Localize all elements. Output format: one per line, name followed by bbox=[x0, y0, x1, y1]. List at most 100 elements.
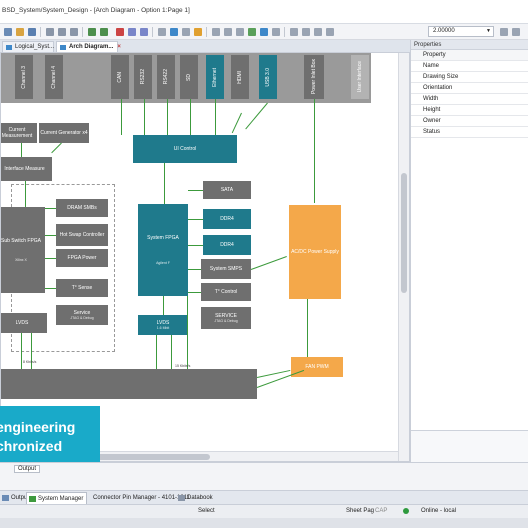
align-icon[interactable] bbox=[128, 28, 136, 36]
block-label: DRAM SMBs bbox=[67, 205, 97, 211]
group-icon[interactable] bbox=[140, 28, 148, 36]
cut-icon[interactable] bbox=[46, 28, 54, 36]
user-interface-block[interactable]: User Interface bbox=[351, 55, 369, 99]
chevron-down-icon[interactable]: ▼ bbox=[486, 28, 491, 34]
property-row-owner[interactable]: Owner bbox=[411, 116, 528, 127]
usb-block[interactable]: USB 3.0 bbox=[259, 55, 277, 99]
undo-icon[interactable] bbox=[88, 28, 96, 36]
ddr4-b-block[interactable]: DDR4 bbox=[203, 235, 251, 255]
tab-label: Arch Diagram... bbox=[69, 44, 114, 50]
zoom-input[interactable]: 2.00000 ▼ bbox=[428, 26, 494, 37]
help-icon[interactable] bbox=[326, 28, 334, 36]
current-measurement-block[interactable]: Current Measurement bbox=[1, 123, 37, 143]
lvds-center-block[interactable]: LVDS 1.6 Mbit bbox=[138, 315, 188, 335]
scroll-thumb[interactable] bbox=[401, 173, 407, 293]
sata-block[interactable]: SATA bbox=[203, 181, 251, 199]
zoom-out-icon[interactable] bbox=[224, 28, 232, 36]
backplane-bus-block[interactable] bbox=[1, 369, 257, 399]
property-row-orientation[interactable]: Orientation bbox=[411, 83, 528, 94]
select-icon[interactable] bbox=[512, 28, 520, 36]
wire bbox=[167, 99, 168, 135]
toolbar-divider bbox=[284, 27, 285, 37]
block-label: System FPGA bbox=[147, 234, 179, 241]
grid-icon[interactable] bbox=[158, 28, 166, 36]
current-generator-block[interactable]: Current Generator x4 bbox=[39, 123, 89, 143]
tab-system-manager[interactable]: System Manager bbox=[26, 492, 88, 504]
paste-icon[interactable] bbox=[70, 28, 78, 36]
tab-label: System Manager bbox=[38, 496, 84, 502]
highlight-icon[interactable] bbox=[194, 28, 202, 36]
ddr4-a-block[interactable]: DDR4 bbox=[203, 209, 251, 229]
run-icon[interactable] bbox=[248, 28, 256, 36]
t-control-block[interactable]: T° Control bbox=[201, 283, 251, 301]
rs232-block[interactable]: RS232 bbox=[134, 55, 152, 99]
zoom-value: 2.00000 bbox=[433, 28, 455, 34]
layer-icon[interactable] bbox=[290, 28, 298, 36]
ethernet-block[interactable]: Ethernet bbox=[206, 55, 224, 99]
tab-arch-diagram[interactable]: Arch Diagram... × bbox=[56, 41, 121, 52]
block-label: Ethernet bbox=[212, 67, 218, 87]
print-icon[interactable] bbox=[272, 28, 280, 36]
block-sublabel: JTAG & Debug bbox=[214, 318, 238, 323]
rs422-block[interactable]: RS422 bbox=[157, 55, 175, 99]
power-inlet-block[interactable]: Power Inlet Box bbox=[304, 55, 324, 99]
wire bbox=[231, 112, 242, 134]
vertical-scrollbar[interactable] bbox=[398, 53, 409, 461]
save-icon[interactable] bbox=[28, 28, 36, 36]
tab-databook[interactable]: Databook bbox=[176, 492, 216, 504]
fit-icon[interactable] bbox=[236, 28, 244, 36]
diagram-canvas[interactable]: Channel 3 Channel 4 CAN RS232 RS422 SD E… bbox=[0, 52, 410, 462]
connect-icon[interactable] bbox=[170, 28, 178, 36]
property-row-status[interactable]: Status bbox=[411, 127, 528, 138]
interface-measure-block[interactable]: Interface Measure bbox=[1, 157, 52, 181]
wire bbox=[21, 333, 22, 369]
dram-smbs-block[interactable]: DRAM SMBs bbox=[56, 199, 108, 217]
copy-icon[interactable] bbox=[58, 28, 66, 36]
text-icon[interactable] bbox=[182, 28, 190, 36]
service-right-block[interactable]: SERVICE JTAG & Debug bbox=[201, 307, 251, 329]
t-sense-block[interactable]: T° Sense bbox=[56, 279, 108, 297]
settings-icon[interactable] bbox=[314, 28, 322, 36]
output-icon bbox=[2, 495, 9, 501]
filter-icon[interactable] bbox=[302, 28, 310, 36]
block-label: Channel 3 bbox=[21, 65, 27, 89]
new-icon[interactable] bbox=[4, 28, 12, 36]
wire bbox=[163, 296, 164, 315]
promo-line-1: engineering bbox=[0, 419, 76, 435]
acdc-power-block[interactable]: AC/DC Power Supply bbox=[289, 205, 341, 299]
hot-swap-block[interactable]: Hot Swap Controller bbox=[56, 224, 108, 246]
system-fpga-block[interactable]: System FPGA Agilent F bbox=[138, 204, 188, 296]
redo-icon[interactable] bbox=[100, 28, 108, 36]
bus-label: 8 Kbits/s bbox=[23, 360, 37, 364]
output-pane: Output bbox=[0, 462, 528, 490]
main-toolbar: 2.00000 ▼ bbox=[0, 24, 528, 40]
zoom-in-icon[interactable] bbox=[212, 28, 220, 36]
ui-control-block[interactable]: UI Control bbox=[133, 135, 237, 163]
property-row-height[interactable]: Height bbox=[411, 105, 528, 116]
channel-4-block[interactable]: Channel 4 bbox=[45, 55, 63, 99]
fan-pwm-block[interactable]: FAN PWM bbox=[291, 357, 343, 377]
can-block[interactable]: CAN bbox=[111, 55, 129, 99]
tab-logical-system[interactable]: Logical_Syst... bbox=[2, 41, 54, 52]
properties-title: Properties bbox=[411, 40, 528, 50]
property-row-drawing-size[interactable]: Drawing Size bbox=[411, 72, 528, 83]
close-icon[interactable]: × bbox=[117, 44, 121, 50]
open-icon[interactable] bbox=[16, 28, 24, 36]
pan-icon[interactable] bbox=[500, 28, 508, 36]
output-pane-label: Output bbox=[14, 465, 41, 473]
system-smps-block[interactable]: System SMPS bbox=[201, 259, 251, 279]
sub-switch-fpga-block[interactable]: Sub Switch FPGA Xilinx X bbox=[1, 207, 45, 293]
property-row-name[interactable]: Name bbox=[411, 61, 528, 72]
hdmi-block[interactable]: HDMI bbox=[231, 55, 249, 99]
service-left-block[interactable]: Service JTAG & Debug bbox=[56, 305, 108, 325]
block-sublabel: JTAG & Debug bbox=[70, 315, 94, 320]
sd-block[interactable]: SD bbox=[180, 55, 198, 99]
fpga-power-block[interactable]: FPGA Power bbox=[56, 249, 108, 267]
report-icon[interactable] bbox=[260, 28, 268, 36]
wire bbox=[164, 163, 165, 209]
delete-icon[interactable] bbox=[116, 28, 124, 36]
toolbar-divider bbox=[82, 27, 83, 37]
channel-3-block[interactable]: Channel 3 bbox=[15, 55, 33, 99]
property-row-width[interactable]: Width bbox=[411, 94, 528, 105]
lvds-left-block[interactable]: LVDS bbox=[1, 313, 47, 333]
